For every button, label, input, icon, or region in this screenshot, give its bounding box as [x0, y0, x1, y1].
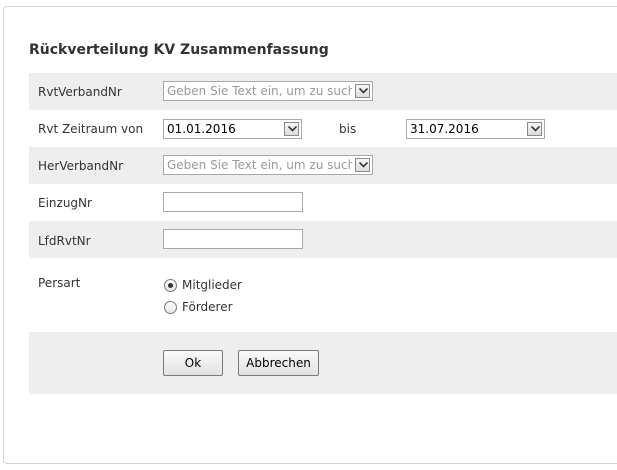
- radio-selected-dot: [168, 283, 173, 288]
- lfd-rvt-input[interactable]: [163, 229, 303, 249]
- chevron-down-icon: [288, 126, 297, 132]
- rvt-verband-combobox[interactable]: Geben Sie Text ein, um zu suchen: [163, 81, 373, 101]
- date-range-separator: bis: [339, 122, 357, 136]
- row-rvt-zeitraum: Rvt Zeitraum von 01.01.2016 bis 31.07.20…: [29, 110, 617, 147]
- radio-button-mitglieder[interactable]: [164, 279, 177, 292]
- her-verband-placeholder: Geben Sie Text ein, um zu suchen: [167, 158, 352, 172]
- row-her-verband: HerVerbandNr Geben Sie Text ein, um zu s…: [29, 147, 617, 184]
- row-persart: Persart Mitglieder Förderer: [29, 258, 617, 332]
- lfd-rvt-label: LfdRvtNr: [38, 234, 91, 248]
- ok-button[interactable]: Ok: [163, 350, 223, 376]
- rvt-verband-label: RvtVerbandNr: [38, 85, 122, 99]
- chevron-down-icon: [359, 162, 368, 168]
- her-verband-combobox[interactable]: Geben Sie Text ein, um zu suchen: [163, 155, 373, 175]
- date-to-picker[interactable]: 31.07.2016: [406, 119, 545, 139]
- her-verband-dropdown-button[interactable]: [355, 158, 370, 172]
- her-verband-label: HerVerbandNr: [38, 159, 124, 173]
- einzug-input[interactable]: [163, 192, 303, 212]
- row-einzug: EinzugNr: [29, 184, 617, 221]
- date-from-dropdown-button[interactable]: [284, 122, 299, 136]
- date-to-dropdown-button[interactable]: [527, 122, 542, 136]
- date-from-picker[interactable]: 01.01.2016: [163, 119, 302, 139]
- einzug-label: EinzugNr: [38, 196, 92, 210]
- radio-label-foerderer: Förderer: [182, 300, 233, 314]
- row-rvt-verband: RvtVerbandNr Geben Sie Text ein, um zu s…: [29, 73, 617, 110]
- rvt-zeitraum-label: Rvt Zeitraum von: [38, 122, 144, 136]
- rvt-verband-placeholder: Geben Sie Text ein, um zu suchen: [167, 84, 352, 98]
- radio-button-foerderer[interactable]: [164, 301, 177, 314]
- chevron-down-icon: [359, 88, 368, 94]
- cancel-button[interactable]: Abbrechen: [238, 350, 319, 376]
- rvt-verband-dropdown-button[interactable]: [355, 84, 370, 98]
- row-lfd-rvt: LfdRvtNr: [29, 221, 617, 258]
- chevron-down-icon: [531, 126, 540, 132]
- radio-label-mitglieder: Mitglieder: [182, 278, 242, 292]
- row-actions: Ok Abbrechen: [29, 332, 617, 394]
- date-from-value: 01.01.2016: [167, 122, 236, 136]
- date-to-value: 31.07.2016: [410, 122, 479, 136]
- form-title: Rückverteilung KV Zusammenfassung: [29, 42, 329, 58]
- persart-label: Persart: [38, 276, 81, 290]
